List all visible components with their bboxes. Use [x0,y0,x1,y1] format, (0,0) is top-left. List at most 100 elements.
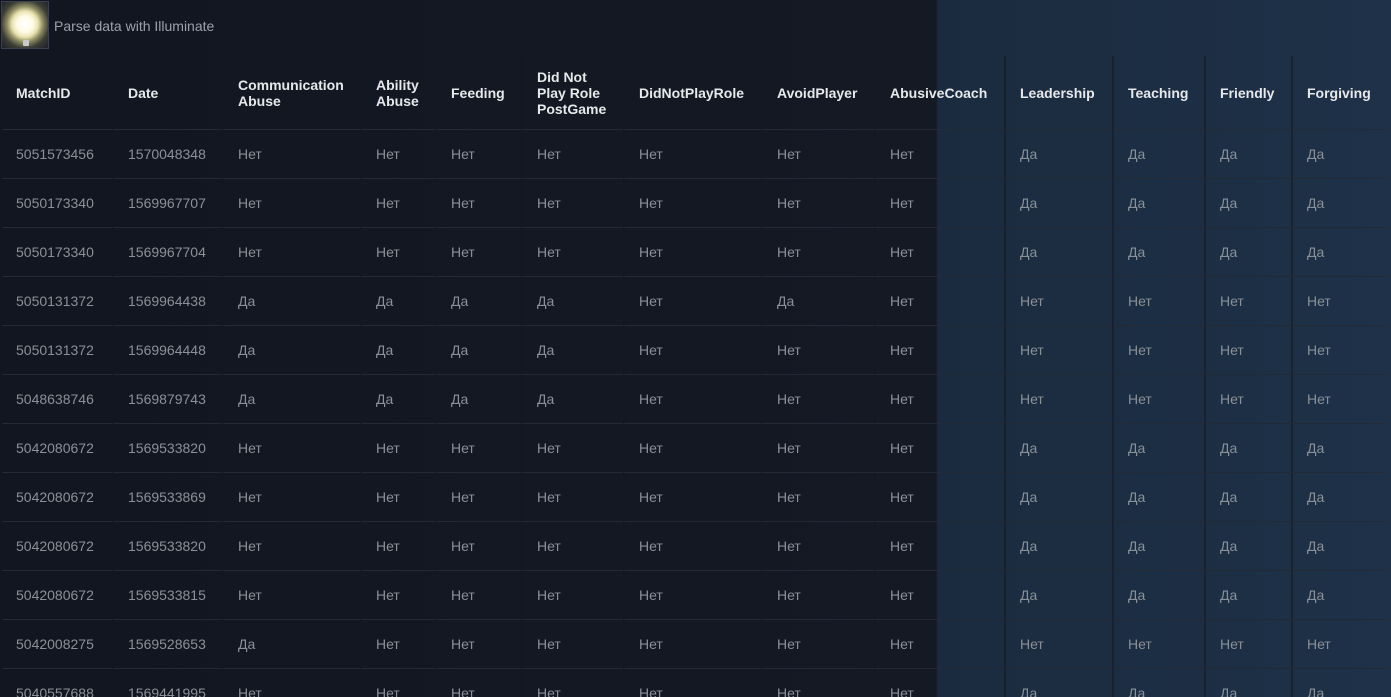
table-cell: Нет [761,669,874,697]
table-cell: Нет [874,473,1004,522]
table-cell: Нет [521,620,623,669]
column-header-didnotplayrole[interactable]: DidNotPlayRole [623,56,761,130]
column-header-communication-abuse[interactable]: Communication Abuse [222,56,360,130]
table-cell: Нет [1004,277,1112,326]
table-cell: Нет [761,473,874,522]
table-cell: Да [435,375,521,424]
table-cell: Нет [1204,620,1291,669]
table-row: 5050173340 1569967704 Нет Нет Нет Нет Нет Нет Не… [2,228,1385,277]
column-header-forgiving[interactable]: Forgiving [1291,56,1385,130]
table-row: 5051573456 1570048348 Нет Нет Нет Нет Нет Нет Не… [2,130,1385,179]
table-cell: Нет [623,620,761,669]
table-cell: Нет [623,130,761,179]
table-cell: Да [521,375,623,424]
column-header-leadership[interactable]: Leadership [1004,56,1112,130]
table-cell: 5042080672 [2,522,112,571]
table-cell: 5050131372 [2,326,112,375]
table-cell: Да [1112,130,1204,179]
table-cell: Нет [1291,375,1385,424]
column-header-did-not-play-role-postgame[interactable]: Did Not Play Role PostGame [521,56,623,130]
column-header-abusivecoach[interactable]: AbusiveCoach [874,56,1004,130]
table-cell: Нет [1112,375,1204,424]
table-cell: 5050131372 [2,277,112,326]
results-table: MatchID Date Communication Abuse Ability… [2,56,1385,697]
table-cell: Нет [435,669,521,697]
table-cell: Нет [521,522,623,571]
table-cell: Нет [874,571,1004,620]
table-cell: Да [222,375,360,424]
table-cell: Нет [623,375,761,424]
table-cell: Нет [222,522,360,571]
table-cell: Нет [1204,326,1291,375]
table-cell: Нет [360,522,435,571]
table-cell: Нет [435,228,521,277]
table-cell: 1570048348 [112,130,222,179]
table-cell: Нет [874,228,1004,277]
table-cell: Да [521,277,623,326]
table-cell: Нет [623,277,761,326]
table-cell: Нет [435,571,521,620]
table-cell: 5050173340 [2,179,112,228]
table-cell: 1569533815 [112,571,222,620]
table-row: 5050173340 1569967707 Нет Нет Нет Нет Нет Нет Не… [2,179,1385,228]
table-cell: Да [1112,424,1204,473]
table-cell: Нет [1004,326,1112,375]
table-row: 5048638746 1569879743 Да Да Да Да Нет Нет Нет Нет… [2,375,1385,424]
table-row: 5050131372 1569964438 Да Да Да Да Нет Да Нет Нет Н… [2,277,1385,326]
table-row: 5040557688 1569441995 Нет Нет Нет Нет Нет Нет Не… [2,669,1385,697]
table-cell: 1569879743 [112,375,222,424]
table-cell: Нет [761,326,874,375]
table-cell: Нет [435,179,521,228]
column-header-feeding[interactable]: Feeding [435,56,521,130]
table-cell: Нет [761,424,874,473]
column-header-date[interactable]: Date [112,56,222,130]
table-cell: 5042080672 [2,571,112,620]
column-header-friendly[interactable]: Friendly [1204,56,1291,130]
table-cell: Да [1112,522,1204,571]
table-cell: Нет [623,326,761,375]
table-cell: Да [1291,179,1385,228]
table-cell: Нет [222,228,360,277]
column-header-ability-abuse[interactable]: Ability Abuse [360,56,435,130]
table-cell: Нет [761,571,874,620]
table-cell: Нет [360,571,435,620]
table-cell: Да [1204,424,1291,473]
table-cell: 5042080672 [2,473,112,522]
table-cell: Да [1291,571,1385,620]
table-row: 5042008275 1569528653 Да Нет Нет Нет Нет Нет Нет… [2,620,1385,669]
table-cell: Нет [1204,277,1291,326]
table-cell: Да [360,375,435,424]
table-cell: Да [1291,228,1385,277]
table-cell: Да [1291,522,1385,571]
table-cell: Да [1112,571,1204,620]
table-cell: Нет [222,473,360,522]
table-cell: Нет [222,669,360,697]
table-cell: Да [1004,179,1112,228]
table-cell: Нет [521,473,623,522]
table-cell: Нет [222,424,360,473]
table-cell: Да [1112,179,1204,228]
table-cell: Нет [874,620,1004,669]
table-cell: Да [1204,130,1291,179]
column-header-teaching[interactable]: Teaching [1112,56,1204,130]
table-cell: Нет [360,669,435,697]
table-cell: Нет [521,179,623,228]
table-cell: Да [1204,179,1291,228]
table-cell: 5042080672 [2,424,112,473]
table-cell: Нет [1112,620,1204,669]
table-cell: Да [1204,228,1291,277]
table-cell: Нет [1291,620,1385,669]
table-cell: 1569533820 [112,522,222,571]
app-title: Parse data with Illuminate [54,18,215,34]
column-header-avoidplayer[interactable]: AvoidPlayer [761,56,874,130]
table-cell: Нет [360,179,435,228]
table-cell: Да [435,277,521,326]
column-header-matchid[interactable]: MatchID [2,56,112,130]
table-cell: 5040557688 [2,669,112,697]
table-cell: Нет [761,228,874,277]
table-cell: Нет [623,669,761,697]
table-cell: Да [1291,669,1385,697]
table-cell: Нет [623,571,761,620]
table-row: 5042080672 1569533820 Нет Нет Нет Нет Нет Нет Не… [2,522,1385,571]
table-cell: Да [222,277,360,326]
